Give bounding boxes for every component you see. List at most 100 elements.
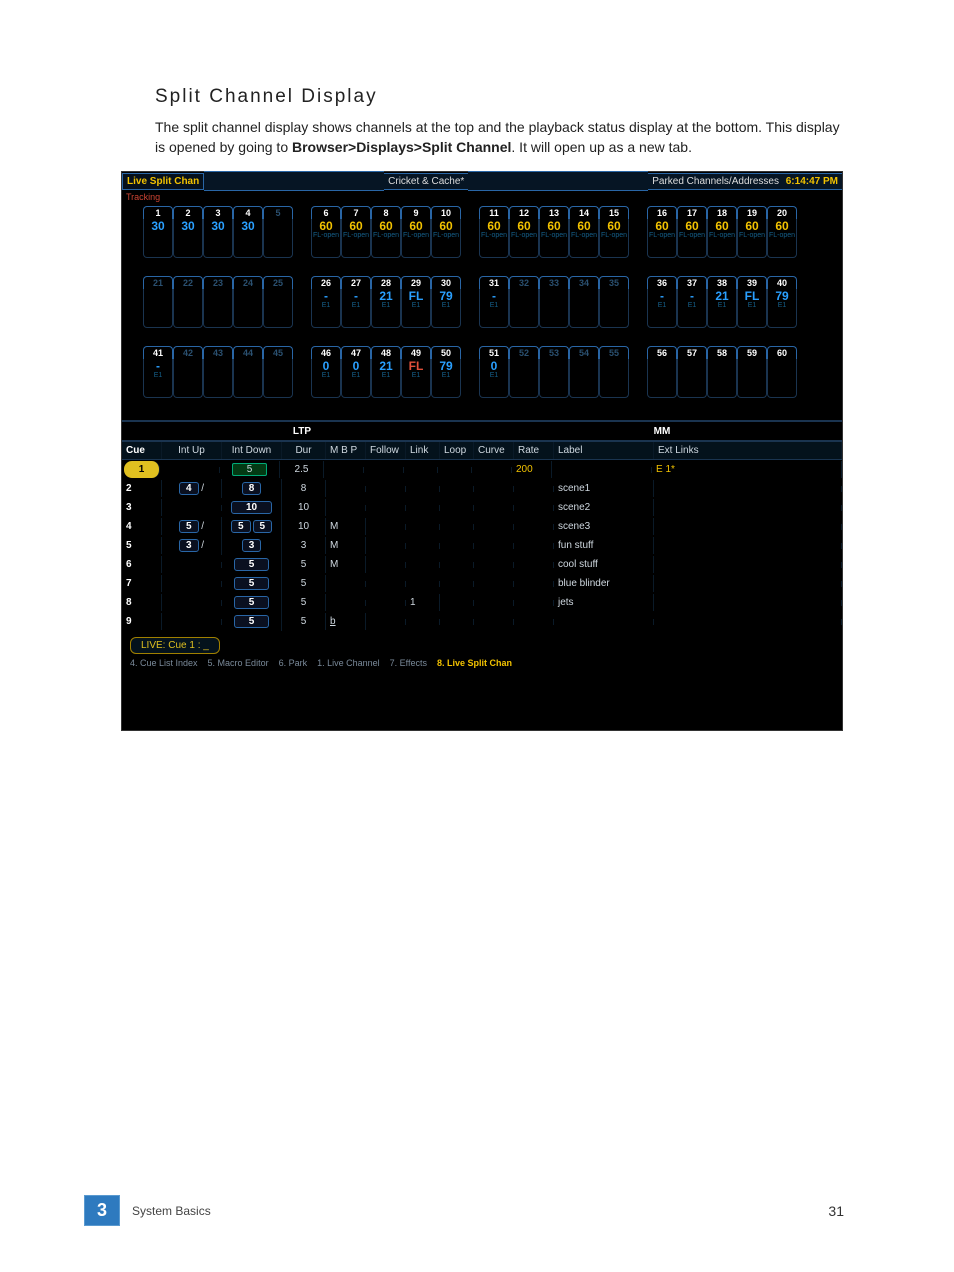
channel-cell[interactable]: 39FLE1 [738,276,766,328]
bottom-tab[interactable]: 6. Park [279,658,308,668]
channel-cell[interactable]: 960FL-open [402,206,430,258]
title-bar-mid: Cricket & Cache* [384,173,468,190]
channel-cell[interactable]: 2060FL-open [768,206,796,258]
channel-cell[interactable]: 330 [204,206,232,258]
channel-cell[interactable]: 45 [264,346,292,398]
channel-cell[interactable]: 56 [648,346,676,398]
cell-curve [474,619,514,625]
channel-cell[interactable]: 1860FL-open [708,206,736,258]
channel-cell[interactable]: 1160FL-open [480,206,508,258]
channel-number: 56 [647,346,677,359]
channel-cell[interactable]: 52 [510,346,538,398]
cue-row[interactable]: 31010scene2 [122,498,842,517]
channel-cell[interactable]: 21 [144,276,172,328]
channel-cell[interactable]: 34 [570,276,598,328]
channel-cell[interactable]: 57 [678,346,706,398]
channel-cell[interactable]: 1560FL-open [600,206,628,258]
channel-cell[interactable]: 470E1 [342,346,370,398]
channel-cell[interactable]: 44 [234,346,262,398]
cue-row[interactable]: 24 /88scene1 [122,479,842,498]
channel-cell[interactable]: 24 [234,276,262,328]
cell-link [406,543,440,549]
channel-cell[interactable]: 430 [234,206,262,258]
channel-cell[interactable]: 58 [708,346,736,398]
page-number: 31 [828,1203,844,1219]
channel-cell[interactable]: 1760FL-open [678,206,706,258]
channel-cell[interactable]: 26-E1 [312,276,340,328]
title-bar-right: Parked Channels/Addresses 6:14:47 PM [648,173,842,190]
channel-cell[interactable]: 760FL-open [342,206,370,258]
bottom-tab[interactable]: 1. Live Channel [317,658,380,668]
channel-cell[interactable]: 54 [570,346,598,398]
channel-number: 53 [539,346,569,359]
channel-cell[interactable]: 23 [204,276,232,328]
channel-cell[interactable]: 1960FL-open [738,206,766,258]
bottom-tab[interactable]: 7. Effects [390,658,427,668]
channel-cell[interactable]: 59 [738,346,766,398]
channel-cell[interactable]: 60 [768,346,796,398]
channel-level: 60 [319,220,332,232]
channel-number: 55 [599,346,629,359]
cue-row[interactable]: 152.5200E 1* [122,460,842,479]
cue-row[interactable]: 755blue blinder [122,574,842,593]
channel-cell[interactable]: 130 [144,206,172,258]
channel-cell[interactable]: 35 [600,276,628,328]
cell-cue: 6 [122,556,162,573]
cell-intdown: 5 [222,593,282,612]
channel-cell[interactable]: 27-E1 [342,276,370,328]
channel-cell[interactable]: 3079E1 [432,276,460,328]
cue-row[interactable]: 655Mcool stuff [122,555,842,574]
channel-cell[interactable]: 42 [174,346,202,398]
channel-sub: E1 [748,302,757,310]
channel-cell[interactable]: 32 [510,276,538,328]
channel-cell[interactable]: 660FL-open [312,206,340,258]
cue-row[interactable]: 45 /5510Mscene3 [122,517,842,536]
cell-follow [366,581,406,587]
bottom-tab[interactable]: 4. Cue List Index [130,658,198,668]
channel-cell[interactable]: 4079E1 [768,276,796,328]
cell-label: scene2 [554,499,654,516]
channel-cell[interactable]: 36-E1 [648,276,676,328]
channel-cell[interactable]: 510E1 [480,346,508,398]
channel-cell[interactable]: 33 [540,276,568,328]
channel-cell[interactable]: 860FL-open [372,206,400,258]
channel-cell[interactable]: 1460FL-open [570,206,598,258]
channel-cell[interactable]: 49FLE1 [402,346,430,398]
channel-cell[interactable]: 31-E1 [480,276,508,328]
bottom-tab[interactable]: 5. Macro Editor [208,658,269,668]
cell-follow [366,505,406,511]
channel-cell[interactable]: 4821E1 [372,346,400,398]
channel-cell[interactable]: 37-E1 [678,276,706,328]
channel-level: - [690,290,694,302]
channel-cell[interactable]: 1260FL-open [510,206,538,258]
cell-dur: 10 [282,499,326,516]
cue-row[interactable]: 955b [122,612,842,631]
chapter-number: 3 [84,1195,120,1226]
channel-sub: E1 [778,302,787,310]
clock: 6:14:47 PM [782,176,838,187]
channel-cell[interactable]: 22 [174,276,202,328]
channel-sub: E1 [442,372,451,380]
cue-row[interactable]: 53 /33Mfun stuff [122,536,842,555]
channel-cell[interactable]: 5 [264,206,292,258]
channel-cell[interactable]: 1360FL-open [540,206,568,258]
channel-cell[interactable]: 1660FL-open [648,206,676,258]
channel-cell[interactable]: 55 [600,346,628,398]
channel-cell[interactable]: 25 [264,276,292,328]
channel-cell[interactable]: 5079E1 [432,346,460,398]
command-line[interactable]: LIVE: Cue 1 : _ [130,637,834,654]
channel-cell[interactable]: 2821E1 [372,276,400,328]
cell-link [406,505,440,511]
channel-cell[interactable]: 41-E1 [144,346,172,398]
bottom-tab[interactable]: 8. Live Split Chan [437,658,512,668]
cue-row[interactable]: 8551jets [122,593,842,612]
channel-number: 33 [539,276,569,289]
channel-cell[interactable]: 3821E1 [708,276,736,328]
channel-cell[interactable]: 43 [204,346,232,398]
channel-cell[interactable]: 460E1 [312,346,340,398]
channel-cell[interactable]: 230 [174,206,202,258]
channel-cell[interactable]: 53 [540,346,568,398]
channel-cell[interactable]: 29FLE1 [402,276,430,328]
channel-sub: E1 [490,302,499,310]
channel-cell[interactable]: 1060FL-open [432,206,460,258]
